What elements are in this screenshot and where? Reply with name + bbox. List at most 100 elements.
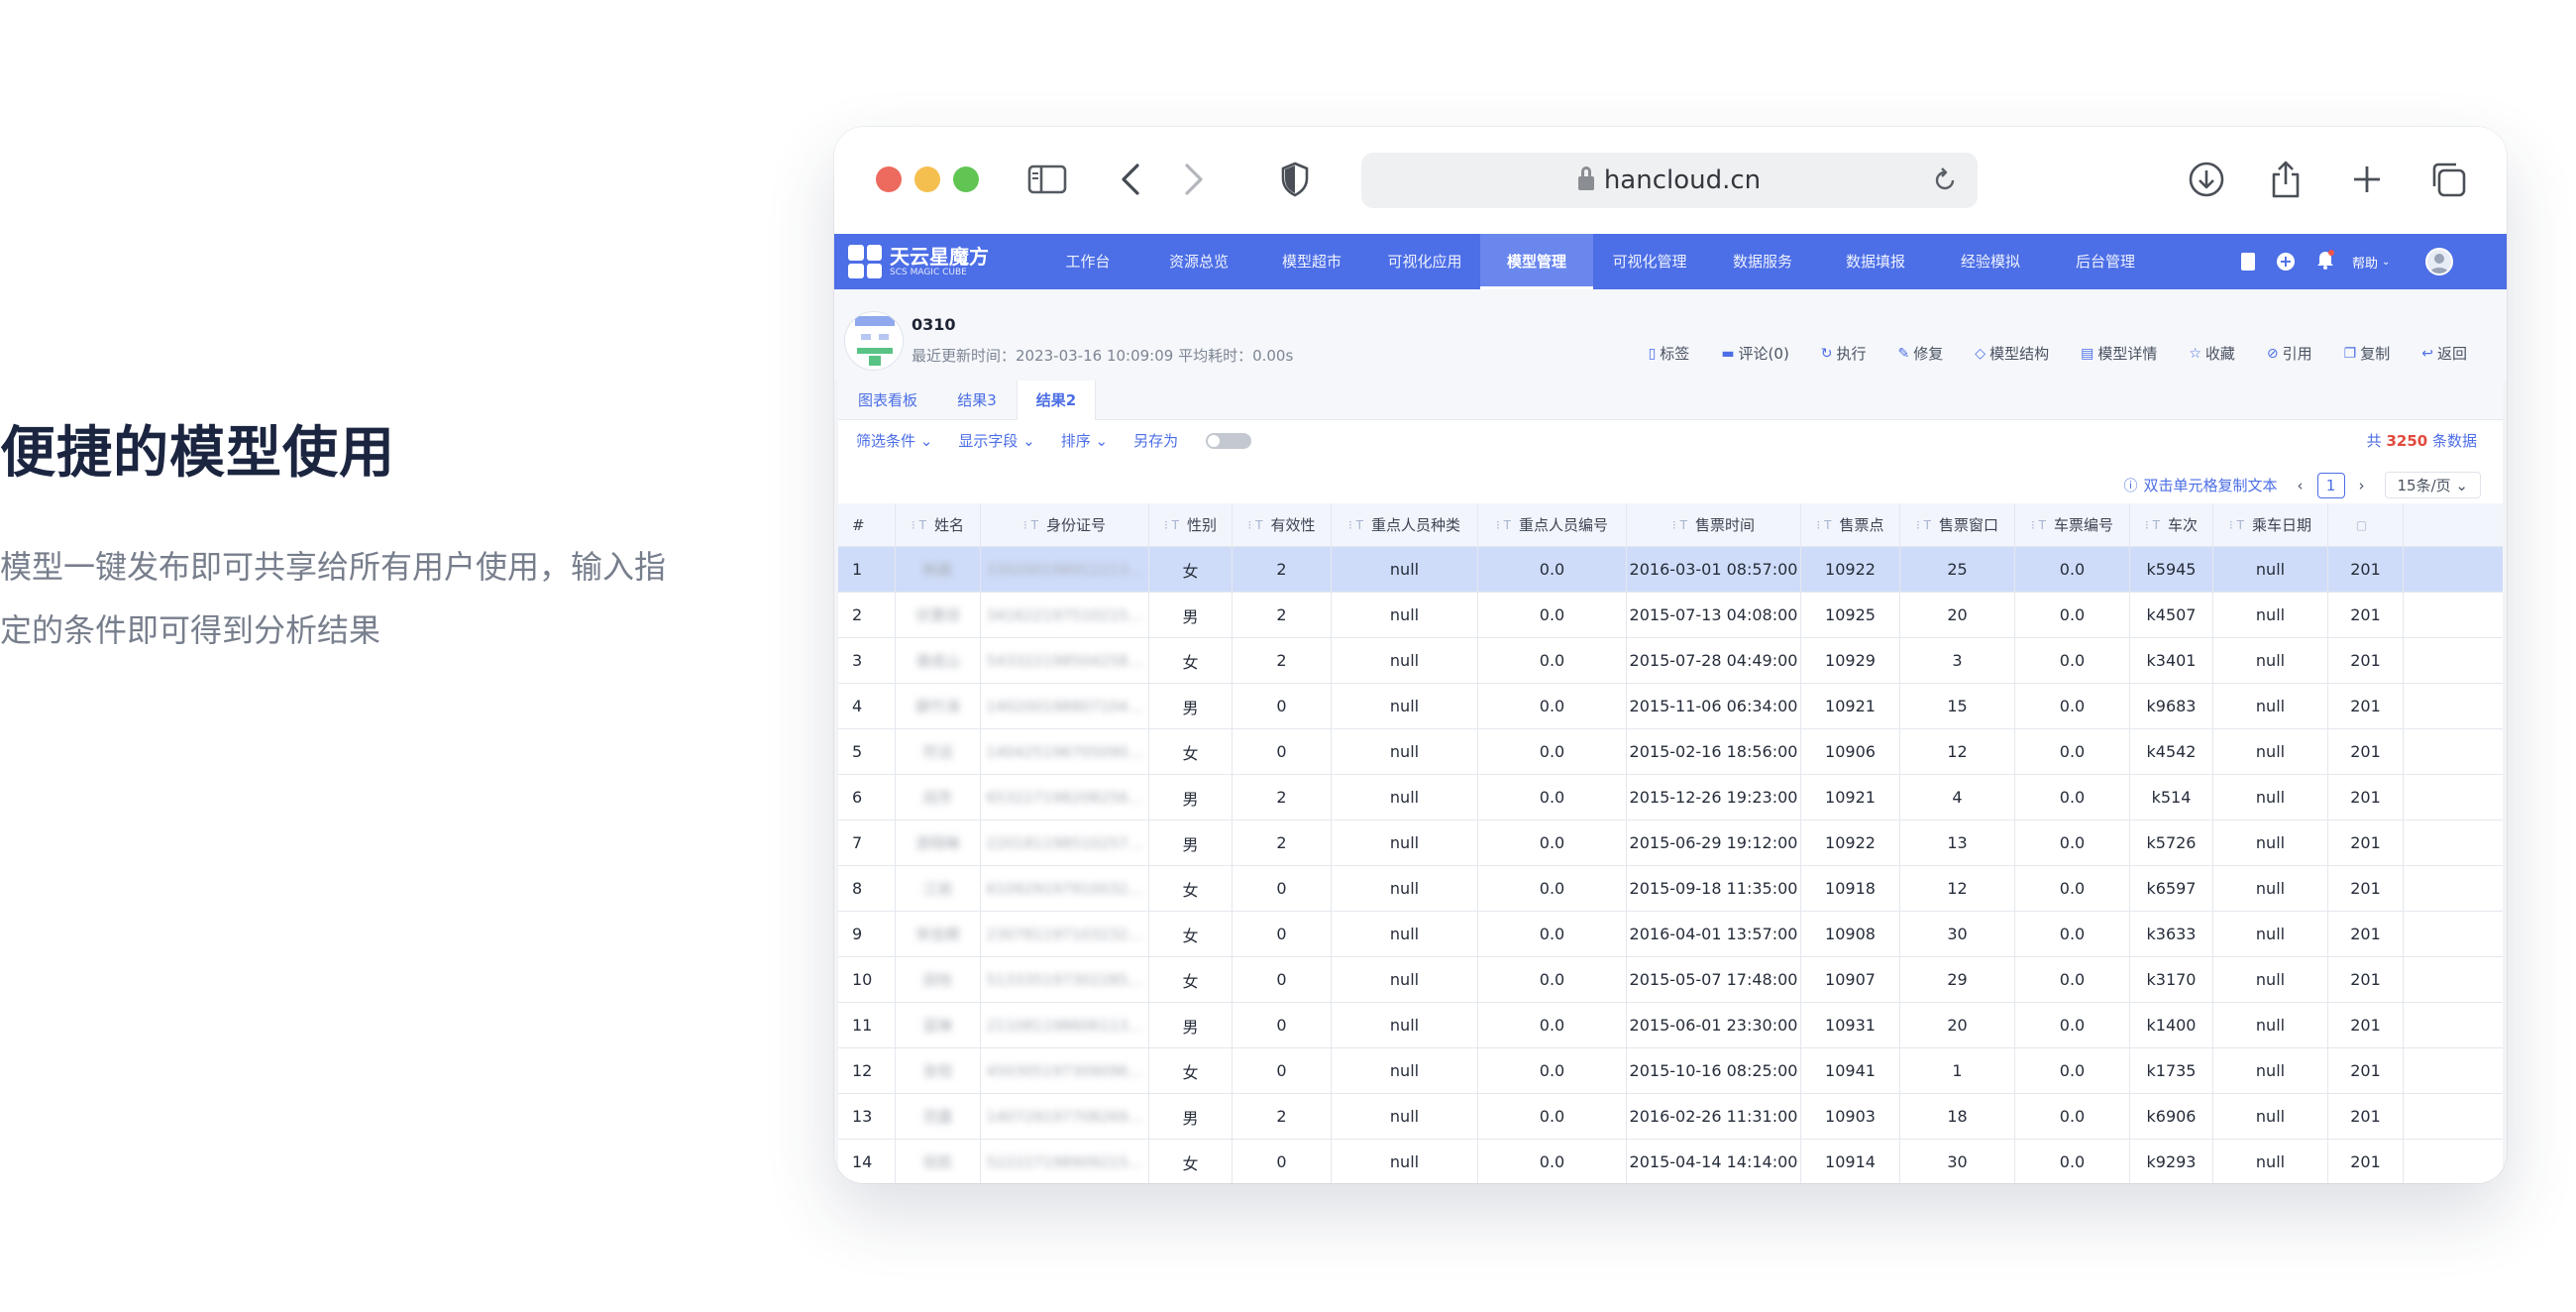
add-circle-icon[interactable]: + [2277, 253, 2295, 271]
table-cell[interactable]: 0.0 [1478, 638, 1627, 683]
table-cell[interactable]: 0 [1233, 1003, 1332, 1047]
table-cell[interactable]: 13 [1900, 820, 2015, 865]
table-cell[interactable]: null [1332, 638, 1478, 683]
table-cell[interactable]: 513335197302285… [981, 957, 1149, 1002]
table-cell[interactable]: 30 [1900, 1140, 2015, 1183]
table-cell[interactable]: 25 [1900, 547, 2015, 592]
table-cell[interactable]: 0.0 [2015, 729, 2130, 774]
table-cell[interactable]: 2016-03-01 08:57:00 [1627, 547, 1801, 592]
table-cell[interactable]: null [1332, 1048, 1478, 1093]
filter-condition-dropdown[interactable]: 筛选条件 ⌄ [856, 430, 932, 451]
user-avatar[interactable] [2425, 248, 2454, 275]
nav-item-workbench[interactable]: 工作台 [1038, 234, 1137, 289]
table-cell[interactable]: k9683 [2130, 684, 2213, 728]
table-cell[interactable]: 0 [1233, 684, 1332, 728]
tag-button[interactable]: ▯ 标签 [1649, 343, 1690, 364]
table-cell[interactable]: 12 [1900, 866, 2015, 911]
table-cell[interactable]: 10 [838, 957, 896, 1002]
table-cell[interactable]: null [2213, 638, 2328, 683]
table-cell[interactable]: 女 [1149, 1048, 1233, 1093]
table-cell[interactable]: 0.0 [2015, 866, 2130, 911]
table-cell[interactable]: 0.0 [1478, 1003, 1627, 1047]
table-row[interactable]: 14 倪凯 522227198909215… 女 0 null 0.0 2015-04-14 … [838, 1140, 2503, 1183]
table-cell[interactable]: 29 [1900, 957, 2015, 1002]
table-row[interactable]: 5 符滔 140425196705090… 女 0 null 0.0 2015-02-16 1… [838, 729, 2503, 775]
table-cell[interactable]: 10918 [1801, 866, 1900, 911]
table-row[interactable]: 8 江岩 610929197910032… 女 0 null 0.0 2015-09-18 1… [838, 866, 2503, 912]
table-cell[interactable]: 522227198909215… [981, 1140, 1149, 1183]
table-cell[interactable]: null [2213, 1094, 2328, 1139]
table-cell[interactable]: null [2213, 820, 2328, 865]
model-detail-button[interactable]: ▤ 模型详情 [2081, 343, 2157, 364]
table-cell[interactable]: k6597 [2130, 866, 2213, 911]
table-cell[interactable]: 4 [1900, 775, 2015, 820]
nav-item-model-management[interactable]: 模型管理 [1480, 234, 1593, 289]
table-cell[interactable]: 0 [1233, 1140, 1332, 1183]
table-cell[interactable]: 30 [1900, 912, 2015, 956]
table-cell[interactable]: 0.0 [1478, 593, 1627, 637]
table-cell[interactable]: 10906 [1801, 729, 1900, 774]
column-header[interactable]: ⁝ T 售票点 [1801, 503, 1900, 546]
table-cell[interactable]: null [2213, 729, 2328, 774]
table-cell[interactable]: 阎芳 [896, 775, 981, 820]
table-cell[interactable]: 江岩 [896, 866, 981, 911]
table-row[interactable]: 9 宋佳卿 230781197103232… 女 0 null 0.0 2016-04-01 … [838, 912, 2503, 957]
table-cell[interactable]: 2016-04-01 13:57:00 [1627, 912, 1801, 956]
model-structure-button[interactable]: ◇ 模型结构 [1975, 343, 2049, 364]
table-cell[interactable]: k3170 [2130, 957, 2213, 1002]
table-cell[interactable]: null [2213, 1048, 2328, 1093]
document-icon[interactable] [2241, 253, 2255, 271]
table-cell[interactable]: 0 [1233, 1048, 1332, 1093]
table-cell[interactable]: null [2213, 957, 2328, 1002]
table-cell[interactable]: null [2213, 547, 2328, 592]
table-cell[interactable]: 3 [838, 638, 896, 683]
table-cell[interactable]: 2015-11-06 06:34:00 [1627, 684, 1801, 728]
table-cell[interactable]: 2015-06-01 23:30:00 [1627, 1003, 1801, 1047]
table-cell[interactable]: null [2213, 1003, 2328, 1047]
table-cell[interactable]: k1735 [2130, 1048, 2213, 1093]
table-cell[interactable]: 0.0 [1478, 684, 1627, 728]
table-cell[interactable]: 140729197708269… [981, 1094, 1149, 1139]
table-cell[interactable]: 2015-09-18 11:35:00 [1627, 866, 1801, 911]
display-fields-dropdown[interactable]: 显示字段 ⌄ [958, 430, 1034, 451]
nav-item-visual-management[interactable]: 可视化管理 [1593, 234, 1706, 289]
column-header[interactable]: ⁝ T 售票窗口 [1900, 503, 2015, 546]
table-cell[interactable]: 5 [838, 729, 896, 774]
bell-icon[interactable] [2316, 250, 2334, 273]
table-cell[interactable]: 0.0 [2015, 547, 2130, 592]
table-cell[interactable]: 201 [2328, 912, 2404, 956]
table-cell[interactable]: 140425196705090… [981, 729, 1149, 774]
table-cell[interactable]: 2015-05-07 17:48:00 [1627, 957, 1801, 1002]
nav-item-data-service[interactable]: 数据服务 [1708, 234, 1817, 289]
share-icon[interactable] [2257, 151, 2314, 208]
table-cell[interactable]: 13 [838, 1094, 896, 1139]
table-cell[interactable]: 谯成山 [896, 638, 981, 683]
nav-item-data-entry[interactable]: 数据填报 [1819, 234, 1932, 289]
table-cell[interactable]: 330200198912213… [981, 547, 1149, 592]
tab-result-3[interactable]: 结果3 [937, 381, 1017, 420]
table-cell[interactable]: 男 [1149, 684, 1233, 728]
table-row[interactable]: 7 游翔琳 220181198510257… 男 2 null 0.0 2015-06-29 … [838, 820, 2503, 866]
table-cell[interactable]: 0.0 [2015, 1003, 2130, 1047]
reload-icon[interactable] [1932, 166, 1958, 201]
table-cell[interactable]: null [1332, 593, 1478, 637]
table-cell[interactable]: 14 [838, 1140, 896, 1183]
toggle-switch[interactable] [1206, 432, 1252, 449]
table-cell[interactable]: 女 [1149, 957, 1233, 1002]
table-cell[interactable]: null [1332, 729, 1478, 774]
table-cell[interactable]: k1400 [2130, 1003, 2213, 1047]
table-cell[interactable]: 2015-10-16 08:25:00 [1627, 1048, 1801, 1093]
table-cell[interactable]: 220181198510257… [981, 820, 1149, 865]
table-row[interactable]: 10 田怡 513335197302285… 女 0 null 0.0 2015-05-07 … [838, 957, 2503, 1003]
table-cell[interactable]: 0.0 [2015, 684, 2130, 728]
table-cell[interactable]: 2016-02-26 11:31:00 [1627, 1094, 1801, 1139]
column-header[interactable]: ▢ [2328, 503, 2404, 546]
table-cell[interactable]: 0 [1233, 866, 1332, 911]
copy-button[interactable]: ❐ 复制 [2344, 343, 2391, 364]
table-cell[interactable]: 20 [1900, 593, 2015, 637]
table-cell[interactable]: 10929 [1801, 638, 1900, 683]
table-cell[interactable]: 韩晨 [896, 547, 981, 592]
table-cell[interactable]: 女 [1149, 729, 1233, 774]
table-cell[interactable]: 男 [1149, 1094, 1233, 1139]
nav-item-admin[interactable]: 后台管理 [2049, 234, 2162, 289]
